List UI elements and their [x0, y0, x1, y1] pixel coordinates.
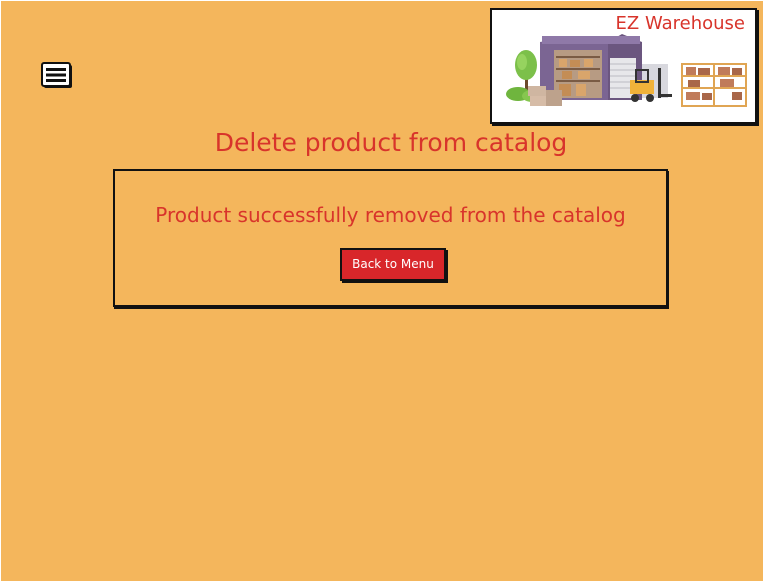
back-to-menu-button[interactable]: Back to Menu	[340, 248, 446, 281]
message-panel: Product successfully removed from the ca…	[113, 169, 668, 307]
hamburger-menu-icon[interactable]	[41, 61, 73, 89]
success-message: Product successfully removed from the ca…	[155, 203, 626, 227]
brand-logo[interactable]: EZ Warehouse	[490, 8, 757, 124]
page: EZ Warehouse Delete product from catalog…	[1, 1, 763, 581]
brand-title: EZ Warehouse	[615, 13, 745, 34]
page-title: Delete product from catalog	[214, 128, 568, 157]
